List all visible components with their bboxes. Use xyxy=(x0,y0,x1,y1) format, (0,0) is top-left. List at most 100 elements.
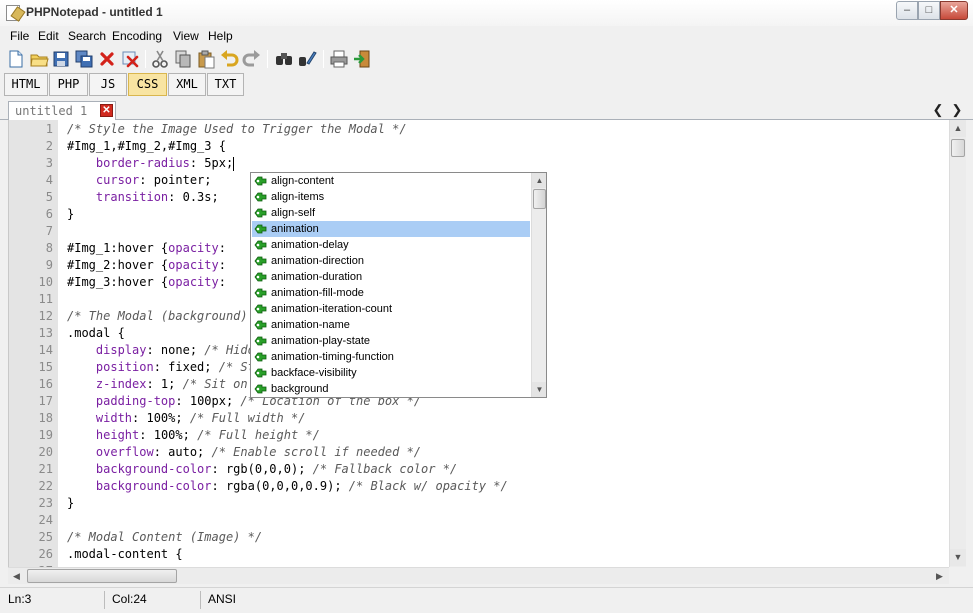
scroll-up-icon[interactable]: ▲ xyxy=(950,120,966,137)
close-icon[interactable] xyxy=(97,49,117,69)
css-property-icon xyxy=(254,271,267,283)
scroll-right-icon[interactable]: ▶ xyxy=(931,568,948,584)
code-comment: /* Full height */ xyxy=(197,428,320,442)
open-folder-icon[interactable] xyxy=(29,49,49,69)
code-line: #Img_2:hover {opacity: xyxy=(67,257,226,274)
lang-php-button[interactable]: PHP xyxy=(49,73,88,96)
line-number: 25 xyxy=(38,530,53,544)
lang-xml-button[interactable]: XML xyxy=(168,73,206,96)
paste-icon[interactable] xyxy=(196,49,216,69)
autocomplete-item[interactable]: backface-visibility xyxy=(252,365,530,381)
line-number: 15 xyxy=(38,360,53,374)
find-icon[interactable] xyxy=(274,49,294,69)
maximize-button[interactable]: □ xyxy=(918,1,940,20)
code-text: : xyxy=(218,275,226,289)
cut-icon[interactable] xyxy=(150,49,170,69)
autocomplete-item[interactable]: animation-delay xyxy=(252,237,530,253)
undo-icon[interactable] xyxy=(219,49,239,69)
autocomplete-item[interactable]: background xyxy=(252,381,530,397)
autocomplete-item[interactable]: animation-play-state xyxy=(252,333,530,349)
close-window-button[interactable]: ✕ xyxy=(940,1,968,20)
autocomplete-item[interactable]: animation-iteration-count xyxy=(252,301,530,317)
autocomplete-item-label: animation-direction xyxy=(271,255,364,267)
redo-icon[interactable] xyxy=(242,49,262,69)
autocomplete-popup[interactable]: ▲ ▼ align-content align-items align-self an… xyxy=(250,172,547,398)
code-line: #Img_3:hover {opacity: xyxy=(67,274,226,291)
hscroll-thumb[interactable] xyxy=(27,569,177,583)
css-property-icon xyxy=(254,287,267,299)
autocomplete-item[interactable]: align-content xyxy=(252,173,530,189)
autocomplete-item[interactable]: align-items xyxy=(252,189,530,205)
ac-scroll-up-icon[interactable]: ▲ xyxy=(532,173,546,188)
print-icon[interactable] xyxy=(329,49,349,69)
scroll-thumb[interactable] xyxy=(951,139,965,157)
lang-css-button[interactable]: CSS xyxy=(128,73,167,96)
code-comment: /* Enable scroll if needed */ xyxy=(211,445,422,459)
autocomplete-item-label: align-items xyxy=(271,191,325,203)
tab-scroll-left-icon[interactable]: ❮ xyxy=(929,102,947,118)
autocomplete-item-label: animation-duration xyxy=(271,271,363,283)
autocomplete-item[interactable]: animation-name xyxy=(252,317,530,333)
line-number: 17 xyxy=(38,394,53,408)
code-text: : xyxy=(218,258,226,272)
scroll-left-icon[interactable]: ◀ xyxy=(8,568,25,584)
autocomplete-item[interactable]: animation-direction xyxy=(252,253,530,269)
lang-html-button[interactable]: HTML xyxy=(4,73,48,96)
menu-edit[interactable]: Edit xyxy=(38,29,59,43)
menu-encoding[interactable]: Encoding xyxy=(112,29,162,43)
minimize-button[interactable]: – xyxy=(896,1,918,20)
css-property: overflow xyxy=(95,445,154,459)
ac-scroll-down-icon[interactable]: ▼ xyxy=(532,382,546,397)
ac-scroll-thumb[interactable] xyxy=(533,189,546,209)
code-text: : 5px; xyxy=(189,156,234,170)
css-property-icon xyxy=(254,255,267,267)
code-line: /* Modal Content (Image) */ xyxy=(67,529,262,546)
autocomplete-item[interactable]: align-self xyxy=(252,205,530,221)
tab-untitled-1[interactable]: untitled 1 ✕ xyxy=(8,101,116,120)
replace-icon[interactable] xyxy=(297,49,317,69)
close-all-icon[interactable] xyxy=(120,49,140,69)
css-property-icon xyxy=(254,335,267,347)
menu-search[interactable]: Search xyxy=(68,29,106,43)
code-text: .modal { xyxy=(67,326,125,340)
code-line: } xyxy=(67,206,74,223)
css-property: opacity xyxy=(168,241,219,255)
save-icon[interactable] xyxy=(51,49,71,69)
css-property-icon xyxy=(254,351,267,363)
css-property-icon xyxy=(254,319,267,331)
scroll-down-icon[interactable]: ▼ xyxy=(950,549,966,566)
line-number: 19 xyxy=(38,428,53,442)
code-line: } xyxy=(67,495,74,512)
autocomplete-item-label: backface-visibility xyxy=(271,367,357,379)
status-separator xyxy=(104,591,105,609)
line-number: 11 xyxy=(38,292,53,306)
autocomplete-item[interactable]: animation xyxy=(252,221,530,237)
lang-js-button[interactable]: JS xyxy=(89,73,127,96)
menu-file[interactable]: File xyxy=(10,29,29,43)
autocomplete-item-label: background xyxy=(271,383,329,395)
code-comment: /* Modal Content (Image) */ xyxy=(67,530,263,544)
autocomplete-item-label: animation-play-state xyxy=(271,335,371,347)
code-line: #Img_1,#Img_2,#Img_3 { xyxy=(67,138,226,155)
copy-icon[interactable] xyxy=(173,49,193,69)
menu-view[interactable]: View xyxy=(173,29,199,43)
tab-close-icon[interactable]: ✕ xyxy=(100,104,113,117)
autocomplete-item[interactable]: animation-fill-mode xyxy=(252,285,530,301)
tab-scroll-right-icon[interactable]: ❯ xyxy=(948,102,966,118)
autocomplete-item[interactable]: animation-timing-function xyxy=(252,349,530,365)
menu-help[interactable]: Help xyxy=(208,29,233,43)
save-all-icon[interactable] xyxy=(74,49,94,69)
autocomplete-scrollbar[interactable]: ▲ ▼ xyxy=(531,173,546,397)
new-file-icon[interactable] xyxy=(6,49,26,69)
vertical-scrollbar[interactable]: ▲ ▼ xyxy=(949,120,966,567)
autocomplete-item[interactable]: animation-duration xyxy=(252,269,530,285)
horizontal-scrollbar[interactable]: ◀ ▶ xyxy=(8,567,949,584)
css-property: z-index xyxy=(95,377,147,391)
lang-txt-button[interactable]: TXT xyxy=(207,73,244,96)
exit-icon[interactable] xyxy=(352,49,372,69)
